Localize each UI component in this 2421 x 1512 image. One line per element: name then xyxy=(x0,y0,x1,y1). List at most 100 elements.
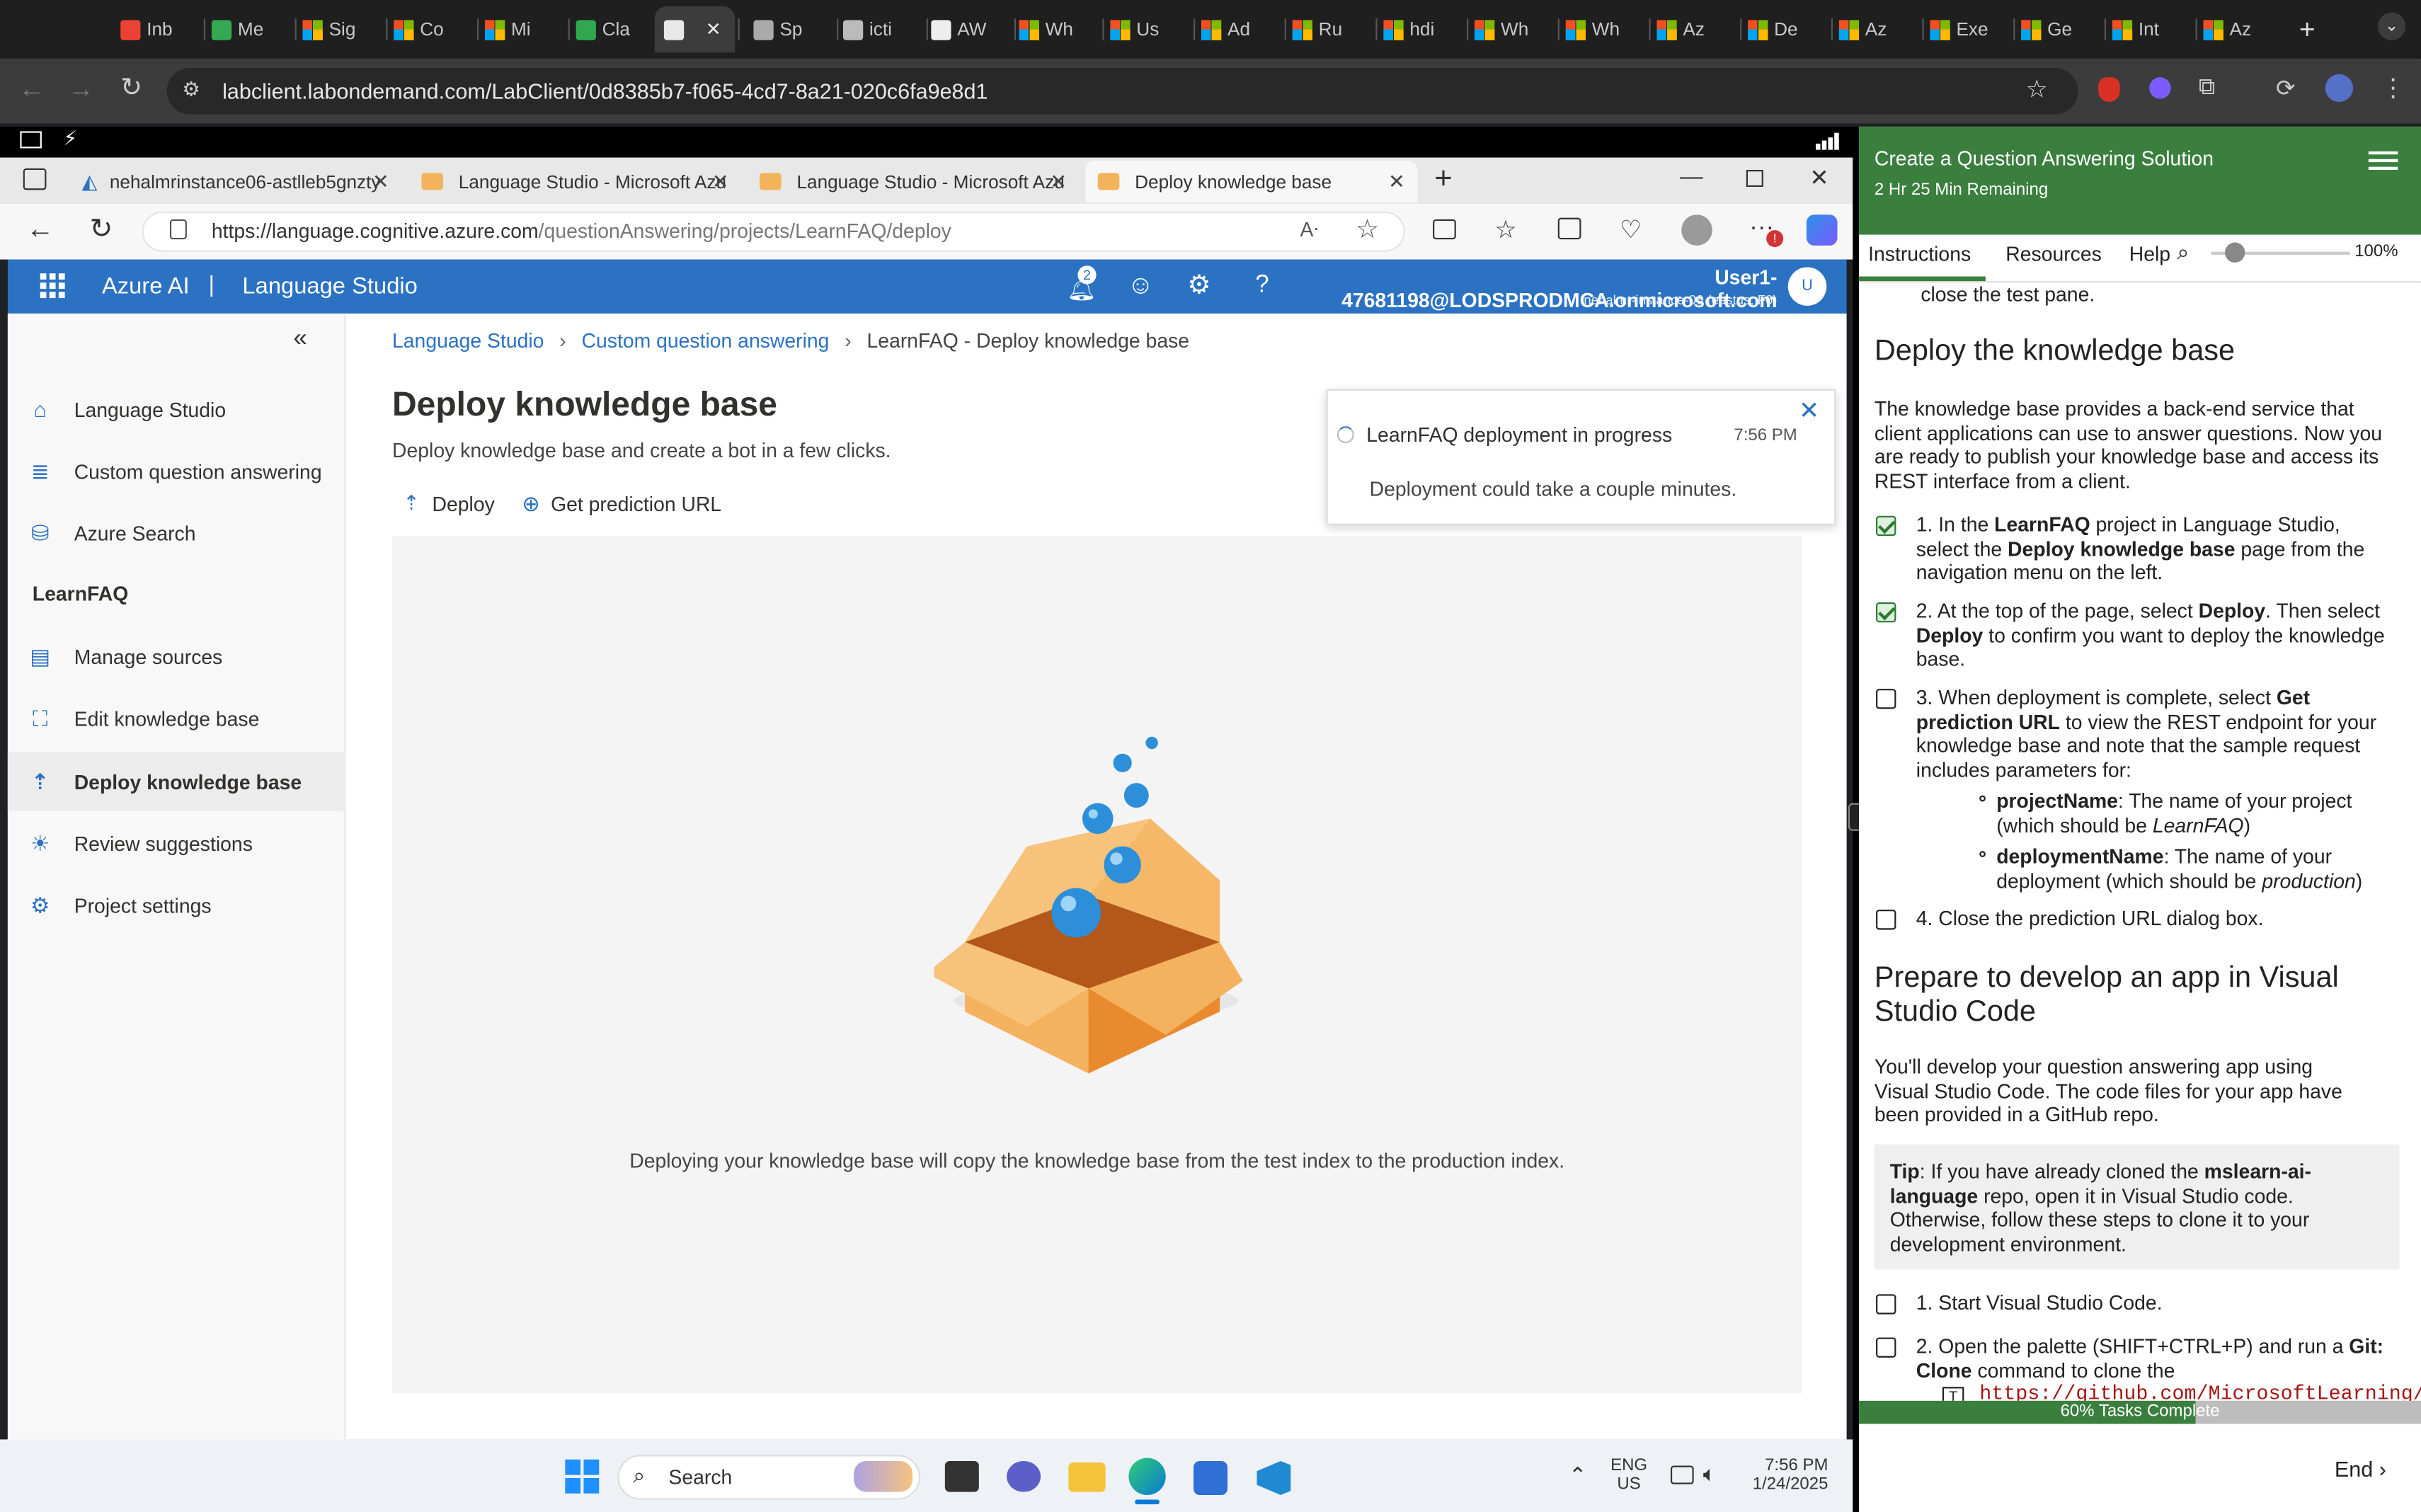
type-text-icon[interactable]: T xyxy=(1942,1387,1964,1401)
outer-tab[interactable]: Ad xyxy=(1201,9,1278,50)
edge-refresh-icon[interactable]: ↻ xyxy=(90,213,113,246)
breadcrumb-custom-qa[interactable]: Custom question answering xyxy=(582,329,830,353)
tab-search-icon[interactable]: ⌄ xyxy=(2377,12,2406,40)
outer-tab[interactable]: De xyxy=(1748,9,1825,50)
nav-item-project-settings[interactable]: ⚙ Project settings xyxy=(8,876,346,934)
get-prediction-url-button[interactable]: ⊕ Get prediction URL xyxy=(522,491,721,517)
teams-icon[interactable] xyxy=(1007,1461,1041,1492)
end-lab-button[interactable]: End › xyxy=(2335,1456,2386,1481)
outer-tab[interactable]: Us xyxy=(1110,9,1187,50)
back-icon[interactable]: ← xyxy=(18,74,45,105)
outer-tab[interactable]: Cla xyxy=(576,9,653,50)
profile-avatar-icon[interactable] xyxy=(2325,74,2354,103)
vm-monitor-icon[interactable] xyxy=(20,131,42,149)
brand-label[interactable]: Azure AI xyxy=(102,273,190,299)
edge-back-icon[interactable]: ← xyxy=(26,213,54,246)
minimize-icon[interactable]: — xyxy=(1680,164,1703,190)
favorites-icon[interactable]: ☆ xyxy=(1494,214,1516,246)
taskbar-clock[interactable]: 7:56 PM 1/24/2025 xyxy=(1732,1456,1828,1493)
edge-profile-icon[interactable] xyxy=(1681,214,1712,246)
sync-icon[interactable]: ⟳ xyxy=(2276,74,2295,102)
outer-tab[interactable]: ✕ xyxy=(654,6,736,53)
git-url-code[interactable]: https://github.com/MicrosoftLearning/ xyxy=(1979,1382,2421,1401)
extension-shield-icon[interactable] xyxy=(2098,77,2120,103)
new-tab-icon[interactable]: + xyxy=(2299,14,2316,47)
site-info-icon[interactable]: ⚙ xyxy=(182,77,200,102)
nav-item-deploy-kb[interactable]: ⇡ Deploy knowledge base xyxy=(7,752,346,811)
feedback-smiley-icon[interactable]: ☺ xyxy=(1127,270,1154,302)
zoom-search-icon[interactable]: ⌕ xyxy=(2177,239,2189,265)
task-checkbox[interactable] xyxy=(1876,910,1896,930)
outer-tab[interactable]: Co xyxy=(394,9,471,50)
settings-gear-icon[interactable]: ⚙ xyxy=(1187,270,1210,302)
outer-tab[interactable]: Wh xyxy=(1019,9,1097,50)
outer-tab[interactable]: Wh xyxy=(1565,9,1643,50)
vm-lightning-icon[interactable]: ⚡ xyxy=(63,127,77,151)
task-view-icon[interactable] xyxy=(944,1461,979,1492)
help-icon[interactable]: ? xyxy=(1255,272,1269,299)
edge-tab-0[interactable]: ◭ nehalmrinstance06-astlleb5gnzty ✕ xyxy=(69,161,401,202)
edge-tab-1[interactable]: Language Studio - Microsoft Azu ✕ xyxy=(409,161,741,202)
reload-icon[interactable]: ↻ xyxy=(120,73,142,104)
outer-tab[interactable]: Ge xyxy=(2021,9,2098,50)
store-icon[interactable] xyxy=(1194,1461,1227,1496)
nav-item-language-studio[interactable]: ⌂ Language Studio xyxy=(8,380,346,439)
copilot-icon[interactable] xyxy=(1806,214,1838,246)
collapse-nav-icon[interactable]: « xyxy=(293,326,307,353)
nav-item-custom-qa[interactable]: ≣ Custom question answering xyxy=(8,442,346,500)
close-tab-icon[interactable]: ✕ xyxy=(1388,170,1405,195)
file-explorer-icon[interactable] xyxy=(1068,1462,1106,1492)
input-language[interactable]: ENG US xyxy=(1609,1456,1649,1493)
outer-tab[interactable]: icti xyxy=(842,9,920,50)
product-label[interactable]: Language Studio xyxy=(242,273,417,299)
user-avatar[interactable]: U xyxy=(1787,267,1827,307)
extension-purple-icon[interactable] xyxy=(2149,77,2171,99)
nav-item-azure-search[interactable]: ⛁ Azure Search xyxy=(8,503,346,562)
bookmark-star-icon[interactable]: ☆ xyxy=(2026,74,2048,105)
restore-icon[interactable] xyxy=(1746,170,1763,188)
network-icon[interactable] xyxy=(1670,1465,1694,1484)
task-checkbox[interactable] xyxy=(1876,515,1896,537)
zoom-slider-thumb[interactable] xyxy=(2224,242,2245,263)
outer-tab[interactable]: Az xyxy=(1838,9,1916,50)
collections-icon[interactable] xyxy=(1557,217,1581,240)
outer-tab[interactable]: Az xyxy=(1656,9,1734,50)
nav-item-edit-kb[interactable]: ⛶ Edit knowledge base xyxy=(8,689,346,748)
toast-close-icon[interactable]: ✕ xyxy=(1799,396,1819,427)
close-window-icon[interactable]: ✕ xyxy=(1809,164,1828,191)
edge-new-tab-icon[interactable]: + xyxy=(1434,162,1452,197)
outer-tab[interactable]: Ru xyxy=(1292,9,1370,50)
more-menu-icon[interactable]: ⋮ xyxy=(2381,73,2405,104)
lab-menu-icon[interactable] xyxy=(2368,151,2398,171)
split-screen-icon[interactable] xyxy=(1433,219,1456,240)
close-tab-icon[interactable]: ✕ xyxy=(706,18,721,40)
task-checkbox[interactable] xyxy=(1876,602,1896,623)
task-checkbox[interactable] xyxy=(1876,1294,1896,1315)
windows-start-icon[interactable] xyxy=(565,1459,600,1494)
browser-essentials-icon[interactable]: ♡ xyxy=(1620,214,1642,246)
outer-tab[interactable]: Me xyxy=(211,9,289,50)
nav-item-manage-sources[interactable]: ▤ Manage sources xyxy=(8,627,346,686)
task-checkbox[interactable] xyxy=(1876,1337,1896,1358)
read-aloud-icon[interactable]: Aᐧ xyxy=(1300,218,1319,243)
edge-taskbar-icon[interactable] xyxy=(1128,1457,1166,1496)
extensions-puzzle-icon[interactable]: ⧉ xyxy=(2199,74,2215,101)
forward-icon[interactable]: → xyxy=(68,74,94,105)
deploy-button[interactable]: ⇡ Deploy xyxy=(403,491,495,516)
tray-chevron-up-icon[interactable]: ⌃ xyxy=(1569,1462,1587,1489)
breadcrumb-language-studio[interactable]: Language Studio xyxy=(392,329,544,353)
outer-tab[interactable]: Sig xyxy=(302,9,379,50)
tab-help[interactable]: Help xyxy=(2129,243,2170,266)
outer-tab[interactable]: Sp xyxy=(753,9,830,50)
outer-tab[interactable]: Exe xyxy=(1930,9,2007,50)
volume-icon[interactable]: 🔈︎ xyxy=(1703,1461,1716,1487)
app-launcher-icon[interactable] xyxy=(40,273,65,299)
lock-icon[interactable] xyxy=(169,219,187,240)
outer-tab[interactable]: Wh xyxy=(1474,9,1552,50)
tab-resources[interactable]: Resources xyxy=(2005,243,2102,266)
edge-tab-actions-icon[interactable] xyxy=(23,168,47,190)
nav-item-review-suggestions[interactable]: ☀ Review suggestions xyxy=(8,814,346,873)
outer-tab[interactable]: Az xyxy=(2203,9,2280,50)
outer-tab[interactable]: hdi xyxy=(1383,9,1460,50)
tab-instructions[interactable]: Instructions xyxy=(1868,243,1971,266)
